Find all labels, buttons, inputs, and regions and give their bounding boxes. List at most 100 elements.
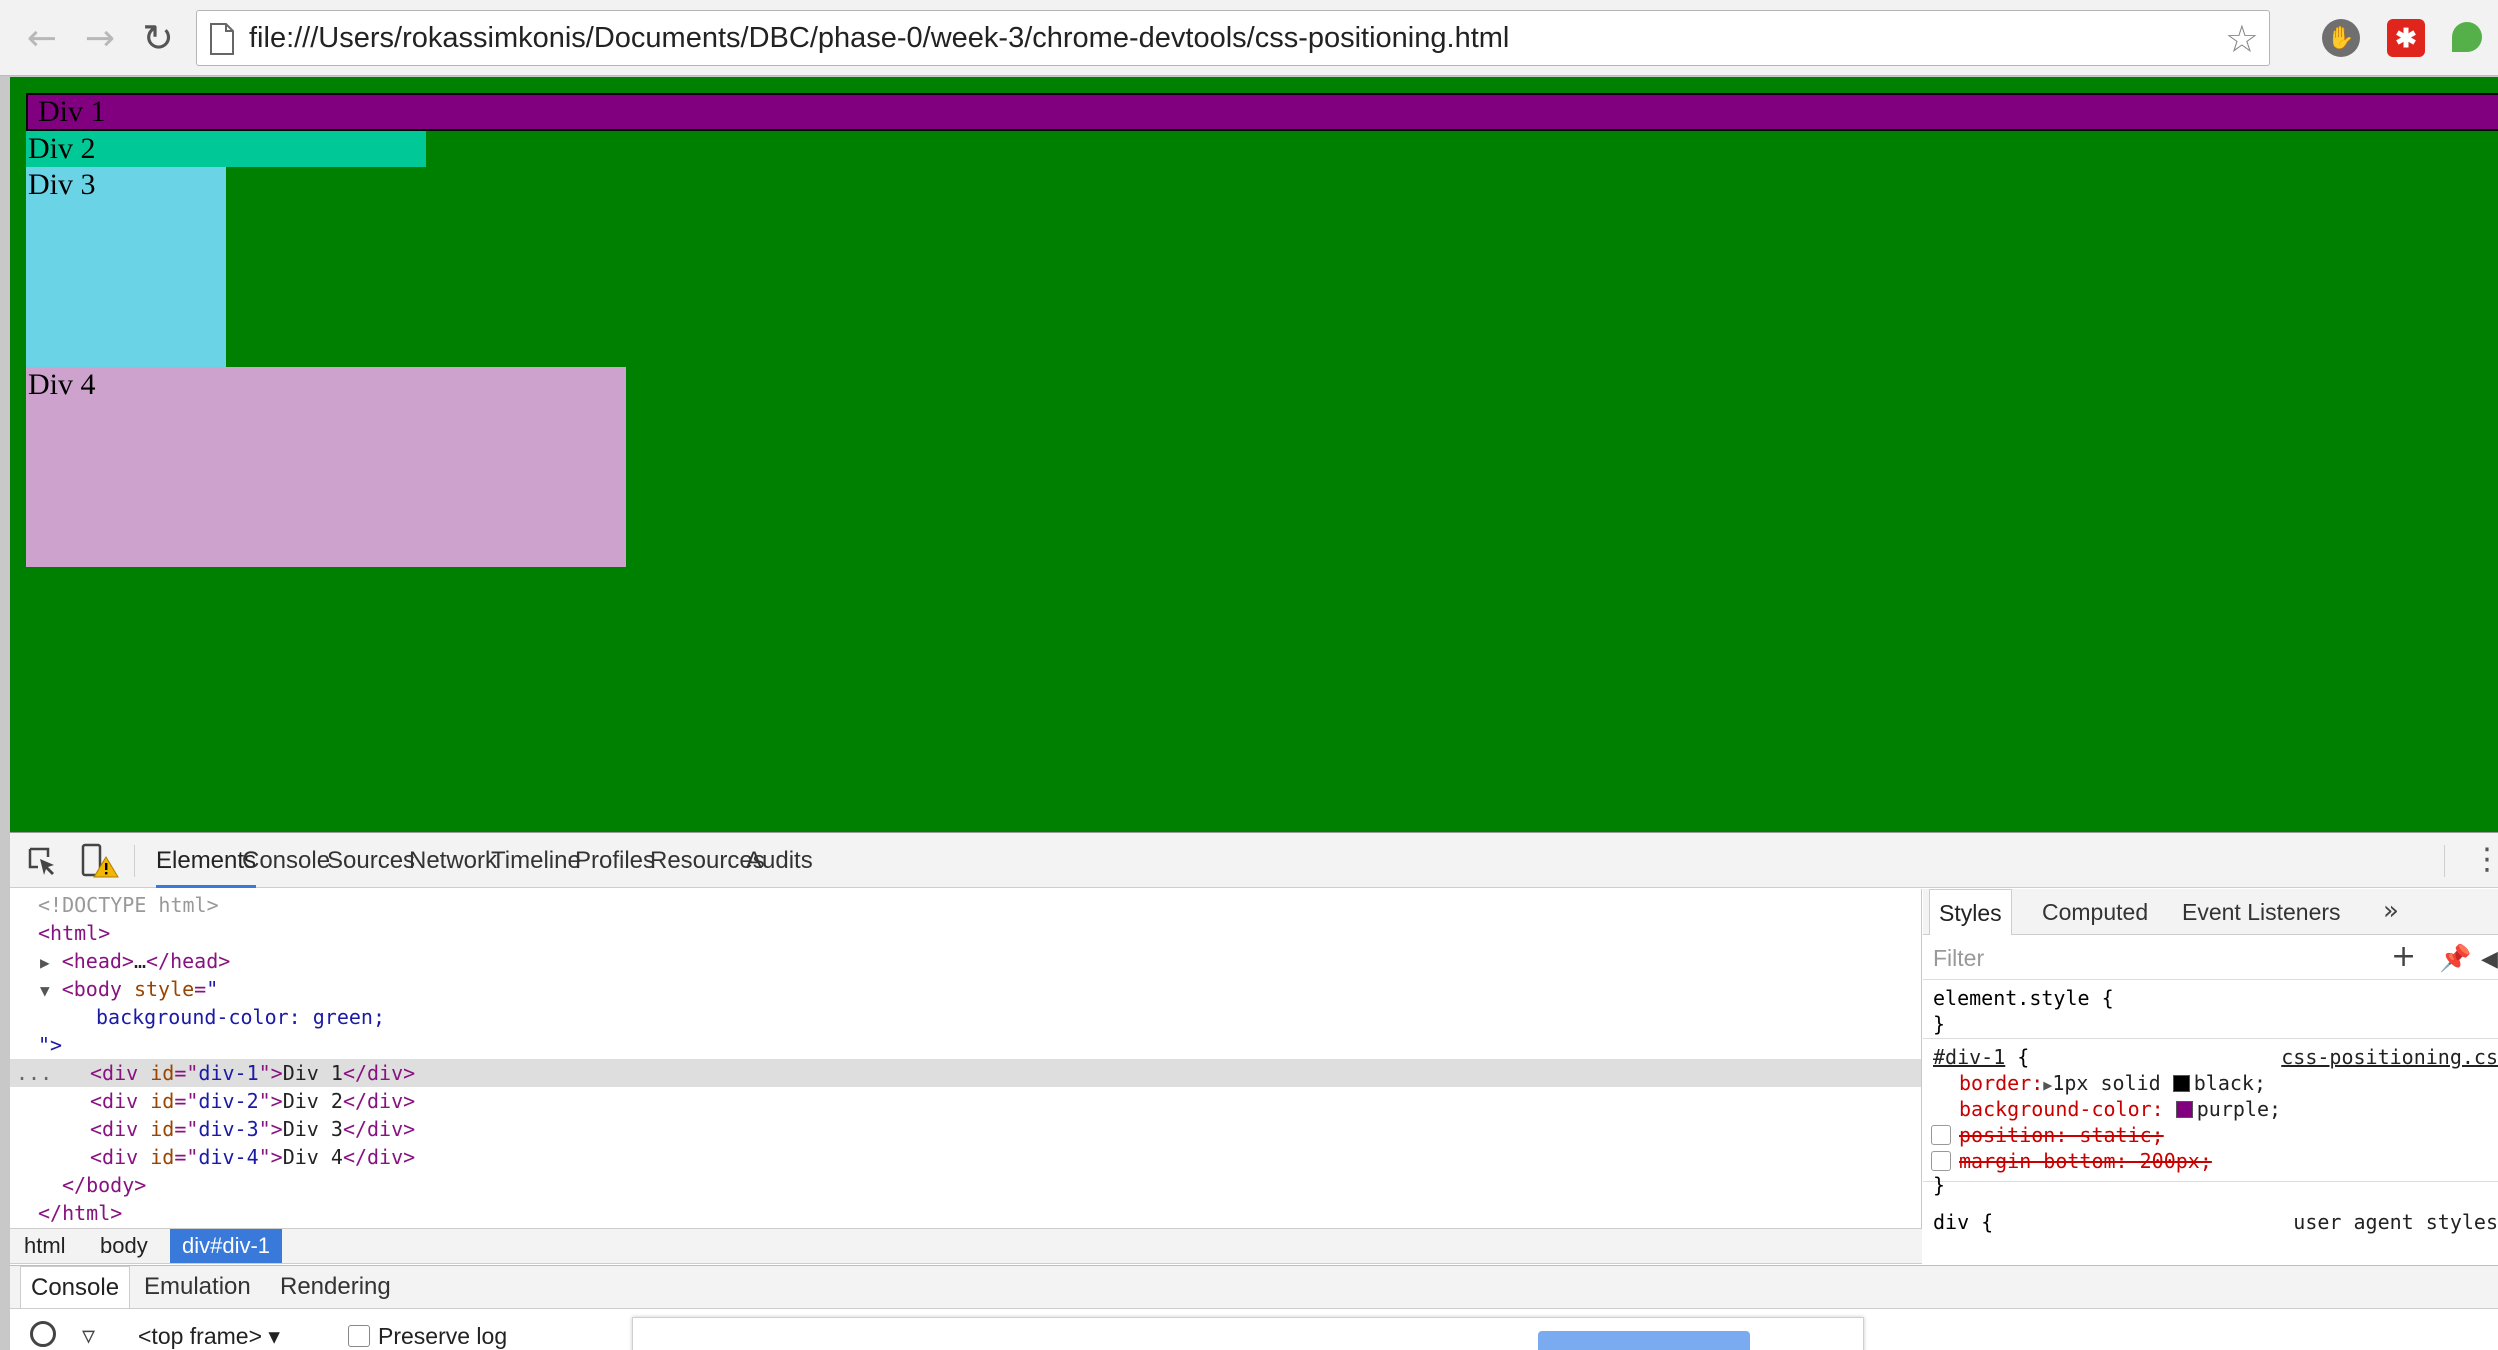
breadcrumb-div-1[interactable]: div#div-1	[170, 1229, 283, 1263]
expand-triangle-icon[interactable]: ▶	[10, 953, 50, 972]
overlay-button[interactable]	[1538, 1331, 1750, 1350]
page-icon	[210, 23, 234, 55]
tab-console[interactable]: Console	[242, 833, 330, 888]
extension-puzzle-icon[interactable]: ✱	[2387, 19, 2425, 57]
prop-border[interactable]: border:▶1px solid black;	[1959, 1070, 2266, 1096]
frame-select[interactable]: <top frame> ▾	[138, 1321, 280, 1350]
ua-rule-selector[interactable]: div {	[1933, 1210, 1993, 1234]
ua-div-rule: div { user agent styles	[1923, 1205, 2498, 1264]
tab-audits[interactable]: Audits	[746, 833, 813, 888]
prop-margin-bottom-disabled[interactable]: margin-bottom: 200px;	[1959, 1149, 2212, 1173]
div-1-rule: #div-1 { css-positioning.cs border:▶1px …	[1923, 1040, 2498, 1197]
tab-styles[interactable]: Styles	[1929, 889, 2012, 935]
tab-event-listeners[interactable]: Event Listeners	[2173, 889, 2350, 935]
element-style-selector[interactable]: element.style {	[1933, 986, 2114, 1010]
prop-border-value: 1px solid	[2052, 1071, 2161, 1095]
clear-console-icon[interactable]	[30, 1321, 56, 1347]
tab-separator	[2444, 845, 2445, 877]
devtools-menu-icon[interactable]: ⋮	[2472, 841, 2498, 879]
prop-border-name: border:	[1959, 1071, 2044, 1095]
styles-filter-input[interactable]	[1933, 942, 2363, 974]
div-3-box[interactable]: Div 3	[26, 167, 226, 367]
prop-border-color: black;	[2193, 1071, 2266, 1095]
more-tabs-chevron-icon[interactable]: »	[2383, 893, 2399, 929]
drawer-tab-rendering[interactable]: Rendering	[270, 1266, 401, 1308]
tree-line-body-close[interactable]: </body>	[10, 1171, 1921, 1199]
page-viewport: Div 1 Div 2 Div 3 Div 4	[10, 77, 2498, 832]
div-3-text: Div 3	[282, 1117, 343, 1141]
back-arrow-icon[interactable]: ←	[18, 14, 66, 62]
tree-line-body[interactable]: ▼ <body style="	[10, 975, 1921, 1003]
url-text[interactable]: file:///Users/rokassimkonis/Documents/DB…	[249, 22, 1509, 55]
preserve-log-label: Preserve log	[378, 1323, 508, 1349]
toggle-arrow-icon[interactable]: ◀	[2481, 942, 2498, 976]
element-style-close: }	[1933, 1012, 1946, 1036]
tree-line-html-close[interactable]: </html>	[10, 1199, 1921, 1227]
preserve-log-checkbox[interactable]	[348, 1325, 370, 1347]
bookmark-star-icon[interactable]: ☆	[2225, 17, 2259, 61]
toggle-margin-bottom-checkbox[interactable]	[1931, 1151, 1951, 1171]
div-1-id: div-1	[198, 1061, 259, 1085]
head-tag: head	[73, 949, 122, 973]
html-close-tag: /html	[50, 1201, 111, 1225]
expand-shorthand-icon[interactable]: ▶	[2043, 1076, 2052, 1094]
breadcrumb: html body div#div-1	[10, 1228, 1922, 1264]
prop-bg-name: background-color:	[1959, 1097, 2164, 1121]
tab-profiles[interactable]: Profiles	[575, 833, 655, 888]
tab-network[interactable]: Network	[409, 833, 497, 888]
new-style-rule-icon[interactable]: +	[2391, 940, 2416, 974]
tree-line-html[interactable]: <html>	[10, 919, 1921, 947]
head-ellipsis: …	[133, 949, 146, 973]
forward-arrow-icon[interactable]: →	[76, 14, 124, 62]
div-4-text: Div 4	[282, 1145, 343, 1169]
style-attr-value: background-color: green;	[96, 1005, 385, 1029]
toggle-element-state-icon[interactable]: 📌	[2439, 942, 2471, 976]
prop-position-disabled[interactable]: position: static;	[1959, 1123, 2164, 1147]
tree-line-head[interactable]: ▶ <head>…</head>	[10, 947, 1921, 975]
inspect-element-icon[interactable]	[26, 845, 58, 877]
ua-rule-source: user agent styles	[2293, 1210, 2498, 1234]
dom-tree: <!DOCTYPE html> <html> ▶ <head>…</head> …	[10, 889, 1922, 1228]
extension-leaf-icon[interactable]	[2452, 22, 2482, 52]
styles-tabbar: Styles Computed Event Listeners »	[1923, 889, 2498, 935]
div-1-box[interactable]: Div 1	[26, 93, 2498, 131]
rule-source-link[interactable]: css-positioning.cs	[2281, 1044, 2498, 1070]
selected-node-marker[interactable]: ...	[16, 1059, 52, 1087]
element-style-rule: element.style { }	[1923, 981, 2498, 1039]
tree-line-div-2[interactable]: <div id="div-2">Div 2</div>	[10, 1087, 1921, 1115]
tab-timeline[interactable]: Timeline	[491, 833, 581, 888]
filter-funnel-icon[interactable]: ▿	[82, 1321, 95, 1350]
drawer-tab-console[interactable]: Console	[20, 1266, 131, 1308]
collapse-triangle-icon[interactable]: ▼	[10, 981, 50, 1000]
div-3-id: div-3	[198, 1117, 259, 1141]
device-mode-icon[interactable]	[80, 843, 120, 879]
div-2-box[interactable]: Div 2	[26, 131, 426, 167]
div-4-id: div-4	[198, 1145, 259, 1169]
tree-line-style-value[interactable]: background-color: green;	[10, 1003, 1921, 1031]
breadcrumb-body[interactable]: body	[88, 1229, 160, 1263]
console-toolbar: ▿ <top frame> ▾ Preserve log	[10, 1309, 2498, 1350]
tab-separator	[134, 845, 135, 877]
color-swatch-black[interactable]	[2172, 1075, 2190, 1092]
tree-line-style-close[interactable]: ">	[10, 1031, 1921, 1059]
style-attr-close: ">	[38, 1033, 63, 1057]
tree-line-doctype[interactable]: <!DOCTYPE html>	[10, 891, 1921, 919]
tab-computed[interactable]: Computed	[2033, 889, 2157, 935]
reload-icon[interactable]: ↻	[134, 14, 182, 62]
drawer-tabbar: Console Emulation Rendering	[10, 1265, 2498, 1309]
color-swatch-purple[interactable]	[2175, 1101, 2193, 1118]
tab-sources[interactable]: Sources	[327, 833, 415, 888]
breadcrumb-html[interactable]: html	[12, 1229, 78, 1263]
div-4-box[interactable]: Div 4	[26, 367, 626, 567]
toggle-position-checkbox[interactable]	[1931, 1125, 1951, 1145]
prop-background-color[interactable]: background-color: purple;	[1959, 1096, 2281, 1122]
tree-line-div-3[interactable]: <div id="div-3">Div 3</div>	[10, 1115, 1921, 1143]
tree-line-div-4[interactable]: <div id="div-4">Div 4</div>	[10, 1143, 1921, 1171]
address-bar[interactable]: file:///Users/rokassimkonis/Documents/DB…	[196, 10, 2270, 66]
drawer-tab-emulation[interactable]: Emulation	[134, 1266, 261, 1308]
tree-line-div-1[interactable]: ... <div id="div-1">Div 1</div>	[10, 1059, 1921, 1087]
rule-selector[interactable]: #div-1	[1933, 1045, 2005, 1069]
div-2-id: div-2	[198, 1089, 259, 1113]
rule-close-brace: }	[1933, 1173, 1946, 1197]
extension-hand-icon[interactable]: ✋	[2322, 19, 2360, 57]
